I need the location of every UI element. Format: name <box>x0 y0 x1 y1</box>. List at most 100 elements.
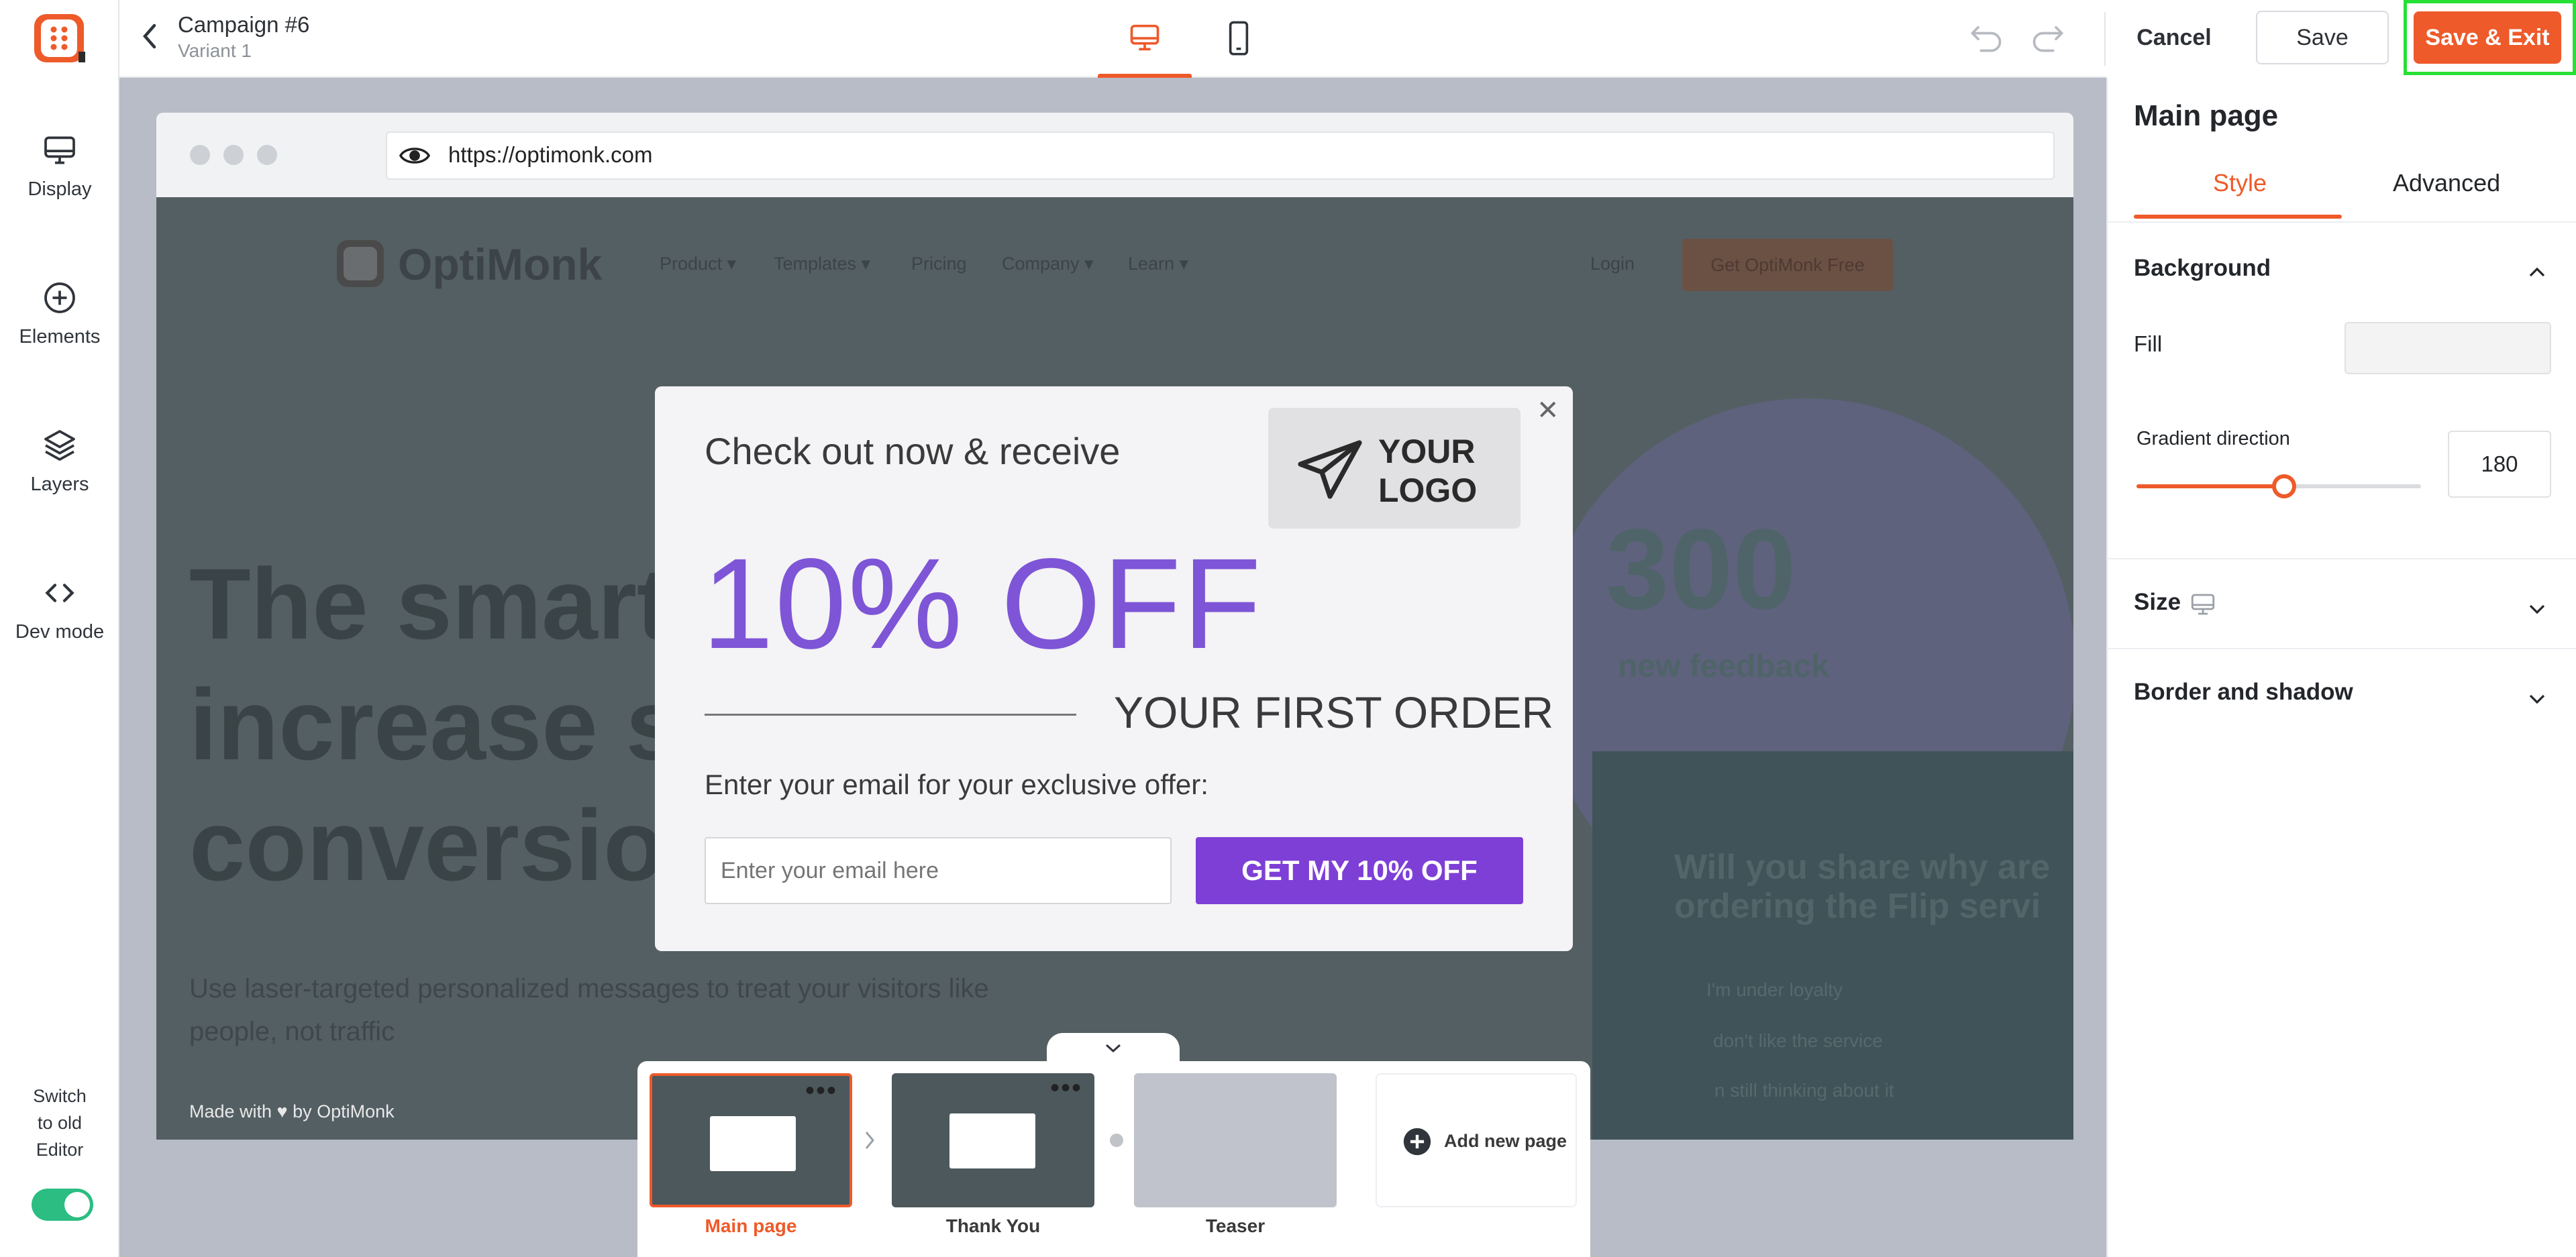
popup-headline[interactable]: Check out now & receive <box>705 429 1120 473</box>
stat-label: new feedback <box>1618 649 1829 684</box>
divider <box>2106 558 2576 559</box>
save-exit-highlight: Save & Exit <box>2404 0 2576 75</box>
monitor-icon <box>44 136 75 164</box>
back-button[interactable] <box>141 21 158 54</box>
page-thumbnail-teaser[interactable] <box>1134 1073 1337 1207</box>
email-prompt[interactable]: Enter your email for your exclusive offe… <box>705 769 1208 801</box>
connector-dot <box>1110 1134 1123 1147</box>
fill-color-picker[interactable] <box>2345 322 2551 374</box>
logo-text: YOUR LOGO <box>1378 432 1477 510</box>
site-cta: Get OptiMonk Free <box>1682 239 1893 291</box>
email-input[interactable] <box>705 837 1172 904</box>
popup-logo-placeholder[interactable]: YOUR LOGO <box>1268 408 1521 529</box>
desktop-icon <box>2191 594 2215 615</box>
divider <box>2106 648 2576 649</box>
chevron-down-icon[interactable] <box>2527 602 2547 616</box>
fill-label: Fill <box>2134 331 2163 356</box>
sidebar-item-dev-mode[interactable]: Dev mode <box>0 574 119 643</box>
page-thumbnail-thank-you[interactable]: ••• <box>892 1073 1094 1207</box>
chevron-down-icon <box>1105 1044 1121 1053</box>
logo-text-line: LOGO <box>1378 472 1478 509</box>
discount-headline[interactable]: 10% OFF <box>702 537 1263 671</box>
redo-icon <box>2032 25 2063 52</box>
slider-handle[interactable] <box>2272 474 2296 498</box>
window-dot <box>223 145 244 165</box>
made-with-credit: Made with ♥ by OptiMonk <box>189 1101 395 1122</box>
panel-title: Main page <box>2134 99 2279 132</box>
first-order-text[interactable]: YOUR FIRST ORDER <box>1114 687 1553 738</box>
answer: don't like the service <box>1713 1030 1883 1051</box>
mobile-view-tab[interactable] <box>1192 0 1286 78</box>
site-nav-item: Pricing <box>911 254 967 274</box>
toggle-knob <box>64 1192 90 1217</box>
variant-name: Variant 1 <box>178 40 252 61</box>
answer: n still thinking about it <box>1714 1080 1894 1101</box>
sidebar-item-display[interactable]: Display <box>0 131 119 201</box>
url-text: https://optimonk.com <box>448 142 653 167</box>
site-nav-item: Company ▾ <box>1002 254 1094 274</box>
section-background-title[interactable]: Background <box>2134 255 2271 282</box>
add-new-page-button[interactable]: Add new page <box>1376 1073 1577 1207</box>
window-dot <box>257 145 277 165</box>
switch-label-line: Switch <box>33 1086 87 1106</box>
save-and-exit-button[interactable]: Save & Exit <box>2414 11 2561 64</box>
active-tab-indicator <box>2134 215 2342 219</box>
chevron-left-icon <box>143 23 156 49</box>
page-label[interactable]: Teaser <box>1134 1215 1337 1237</box>
feedback-question: Will you share why are ordering the Flip… <box>1674 848 2050 926</box>
hero-subtext: Use laser-targeted personalized messages… <box>189 974 989 1003</box>
tab-advanced[interactable]: Advanced <box>2393 169 2500 197</box>
gradient-direction-input[interactable]: 180 <box>2448 431 2551 498</box>
hero-subtext: people, not traffic <box>189 1017 395 1046</box>
switch-label-line: Editor <box>36 1140 84 1160</box>
more-options-icon[interactable]: ••• <box>805 1077 837 1104</box>
site-logo-icon <box>337 240 384 287</box>
chevron-up-icon[interactable] <box>2527 266 2547 279</box>
switch-editor-label: Switch to old Editor <box>9 1083 110 1163</box>
switch-label-line: to old <box>37 1113 83 1133</box>
stat-number: 300 <box>1606 506 1796 633</box>
chevron-right-icon <box>865 1132 874 1149</box>
cancel-button[interactable]: Cancel <box>2127 11 2221 64</box>
paper-plane-icon <box>1298 440 1362 499</box>
sidebar-item-label: Display <box>28 178 92 200</box>
sidebar-item-label: Layers <box>30 474 89 495</box>
save-button[interactable]: Save <box>2256 11 2389 64</box>
gradient-direction-label: Gradient direction <box>2136 428 2290 449</box>
chevron-down-icon[interactable] <box>2527 692 2547 706</box>
section-size-title[interactable]: Size <box>2134 589 2181 616</box>
site-login: Login <box>1590 254 1635 274</box>
answer: I'm under loyalty <box>1706 979 1843 1000</box>
mobile-icon <box>1229 21 1249 56</box>
page-label[interactable]: Thank You <box>892 1215 1094 1237</box>
page-thumbnail-main[interactable]: ••• <box>650 1073 852 1207</box>
hero-line: The smarte <box>189 547 727 660</box>
page-label[interactable]: Main page <box>650 1215 852 1237</box>
question-line: ordering the Flip servi <box>1674 887 2041 926</box>
optimonk-logo[interactable] <box>32 11 88 65</box>
site-brand: OptiMonk <box>398 239 603 289</box>
more-options-icon[interactable]: ••• <box>1050 1075 1082 1101</box>
section-border-shadow-title[interactable]: Border and shadow <box>2134 679 2353 706</box>
sidebar-item-elements[interactable]: Elements <box>0 279 119 348</box>
logo-text-line: YOUR <box>1378 433 1476 470</box>
desktop-icon <box>1130 24 1160 51</box>
sidebar-item-layers[interactable]: Layers <box>0 427 119 496</box>
add-page-label: Add new page <box>1444 1131 1567 1151</box>
campaign-title: Campaign #6 <box>178 12 310 37</box>
plus-circle-icon <box>1403 1128 1431 1156</box>
window-dot <box>190 145 210 165</box>
old-editor-toggle[interactable] <box>32 1189 93 1221</box>
slider-fill <box>2136 484 2283 488</box>
sidebar-item-label: Dev mode <box>15 621 105 643</box>
desktop-view-tab[interactable] <box>1098 0 1192 78</box>
close-icon[interactable]: ✕ <box>1537 397 1559 424</box>
site-nav-item: Templates ▾ <box>774 254 871 274</box>
get-discount-button[interactable]: GET MY 10% OFF <box>1196 837 1523 904</box>
plus-circle-icon <box>44 282 75 313</box>
undo-button[interactable] <box>1969 22 2004 56</box>
hero-line: conversion <box>189 789 727 901</box>
tab-style[interactable]: Style <box>2213 169 2267 197</box>
divider <box>2106 221 2576 223</box>
redo-button[interactable] <box>2030 22 2065 56</box>
